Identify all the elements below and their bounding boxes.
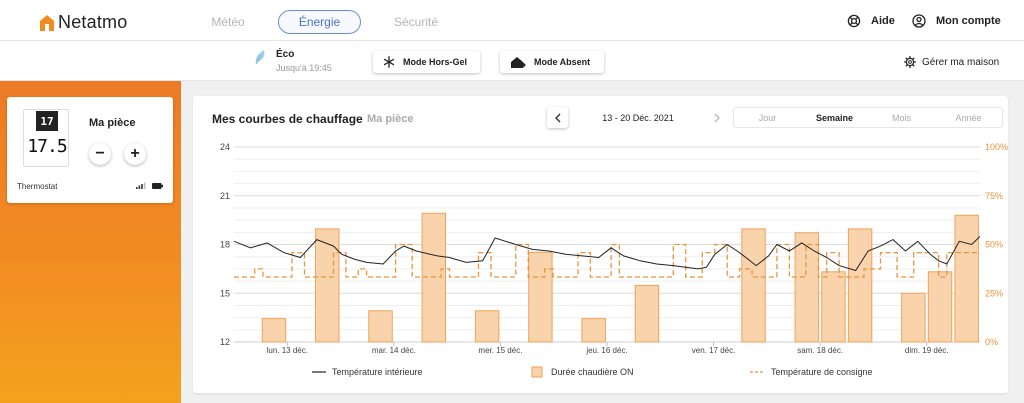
x-axis-tick-label: mer. 15 déc. <box>478 346 522 355</box>
legend-setpoint-label: Température de consigne <box>771 367 873 377</box>
frost-mode-label: Mode Hors-Gel <box>403 57 468 67</box>
lifebuoy-icon <box>847 14 861 28</box>
y-left-tick-label: 24 <box>220 142 230 152</box>
boiler-on-bar <box>954 214 979 343</box>
boiler-on-bar <box>794 232 820 343</box>
boiler-on-bar <box>741 228 766 343</box>
help-label: Aide <box>871 15 895 27</box>
boiler-on-bar <box>581 318 606 343</box>
y-right-tick-label: 75% <box>985 191 1003 201</box>
top-navigation: Netatmo Météo Énergie Sécurité Aide Mon … <box>0 0 1024 41</box>
setpoint-display: 17 <box>36 111 58 131</box>
thermostat-display: 17 17.5 <box>23 109 69 167</box>
tab-securite[interactable]: Sécurité <box>388 10 444 34</box>
decrease-temperature-button[interactable]: − <box>89 143 111 165</box>
y-left-tick-label: 15 <box>220 288 230 298</box>
boiler-on-bar <box>821 271 846 343</box>
boiler-on-bar <box>901 292 926 343</box>
boiler-on-bar <box>847 228 873 343</box>
x-axis-tick-label: jeu. 16 déc. <box>585 346 627 355</box>
brand-name: Netatmo <box>58 12 128 32</box>
manage-home-label: Gérer ma maison <box>922 56 1000 68</box>
heating-chart: 12 15 18 21 24 0% 25% 50% 75% 100% lun. 13 déc. mar… <box>220 142 1008 378</box>
away-house-icon <box>511 56 526 68</box>
boiler-on-bar <box>315 228 340 343</box>
y-right-tick-label: 50% <box>985 240 1003 250</box>
y-left-tick-label: 21 <box>220 191 230 201</box>
gear-icon <box>904 56 916 68</box>
away-mode-button[interactable]: Mode Absent <box>500 51 604 73</box>
boiler-on-bar <box>474 310 500 343</box>
netatmo-logo[interactable]: Netatmo <box>40 12 127 33</box>
account-link[interactable]: Mon compte <box>912 14 1001 28</box>
y-left-tick-label: 18 <box>220 240 230 250</box>
device-label: Thermostat <box>17 182 58 191</box>
boiler-on-bar <box>927 271 953 343</box>
tab-meteo[interactable]: Météo <box>200 10 256 34</box>
boiler-on-bar <box>261 318 287 343</box>
leaf-icon <box>255 50 265 65</box>
y-right-tick-label: 25% <box>985 288 1003 298</box>
legend-boiler-label: Durée chaudière ON <box>551 367 634 377</box>
room-card[interactable]: 17 17.5 Ma pièce − + Thermostat <box>7 97 173 203</box>
current-temperature: 17.5 <box>27 136 67 157</box>
current-mode[interactable]: Éco Jusqu'à 19:45 <box>254 49 332 75</box>
x-axis-tick-label: dim. 19 déc. <box>905 346 949 355</box>
y-left-tick-label: 12 <box>220 337 230 347</box>
y-right-tick-label: 0% <box>985 337 998 347</box>
mode-bar: Éco Jusqu'à 19:45 Mode Hors-Gel Mode Abs… <box>0 41 1024 81</box>
legend-indoor-label: Température intérieure <box>332 367 423 377</box>
x-axis-tick-label: ven. 17 déc. <box>692 346 736 355</box>
y-right-tick-label: 100% <box>985 142 1008 152</box>
away-mode-label: Mode Absent <box>534 57 591 67</box>
frost-mode-button[interactable]: Mode Hors-Gel <box>373 51 480 73</box>
tab-energie[interactable]: Énergie <box>278 10 361 34</box>
battery-icon <box>152 183 163 189</box>
account-label: Mon compte <box>936 15 1001 27</box>
x-axis-tick-label: sam. 18 déc. <box>797 346 843 355</box>
snowflake-icon <box>383 56 395 68</box>
boiler-on-bar <box>528 251 553 343</box>
room-name: Ma pièce <box>89 117 136 129</box>
legend-boiler-swatch <box>531 366 543 378</box>
x-axis-tick-label: lun. 13 déc. <box>267 346 308 355</box>
x-axis-tick-label: mar. 14 déc. <box>372 346 416 355</box>
signal-icon <box>136 182 146 189</box>
manage-home-link[interactable]: Gérer ma maison <box>904 56 999 68</box>
increase-temperature-button[interactable]: + <box>124 143 146 165</box>
boiler-on-bar <box>368 310 393 343</box>
house-logo-icon <box>40 14 54 31</box>
boiler-on-bar <box>634 284 660 343</box>
user-icon <box>912 14 926 28</box>
help-link[interactable]: Aide <box>847 14 895 28</box>
mode-until: Jusqu'à 19:45 <box>276 63 332 73</box>
mode-title: Éco <box>276 49 295 60</box>
